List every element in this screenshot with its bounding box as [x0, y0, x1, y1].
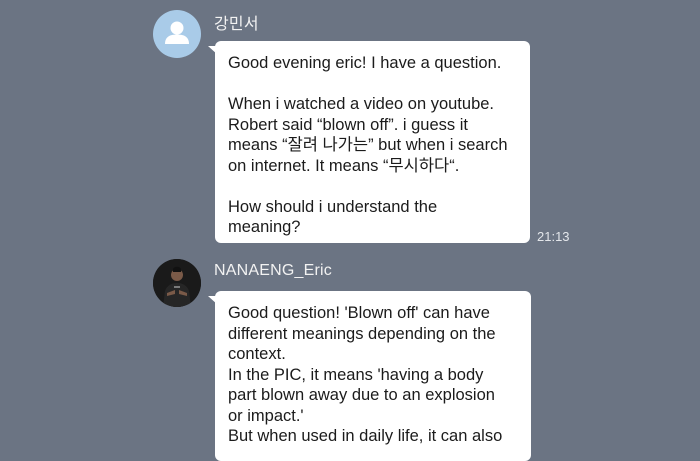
profile-photo-icon	[153, 259, 201, 307]
message-timestamp: 21:13	[537, 229, 570, 244]
message-text: When i watched a video on youtube. Rober…	[228, 95, 508, 175]
sender-name[interactable]: NANAENG_Eric	[214, 262, 332, 280]
sender-name[interactable]: 강민서	[214, 10, 259, 34]
sender-avatar[interactable]	[153, 10, 201, 58]
message-text: How should i understand the meaning?	[228, 197, 438, 237]
sender-avatar[interactable]	[153, 259, 201, 307]
message-text: Good evening eric! I have a question.	[228, 54, 502, 72]
default-person-icon	[165, 21, 189, 44]
message-bubble[interactable]: Good evening eric! I have a question. Wh…	[208, 41, 530, 243]
message-bubble[interactable]: Good question! 'Blown off' can have diff…	[208, 291, 531, 461]
message-text: Good question! 'Blown off' can have diff…	[228, 304, 503, 445]
